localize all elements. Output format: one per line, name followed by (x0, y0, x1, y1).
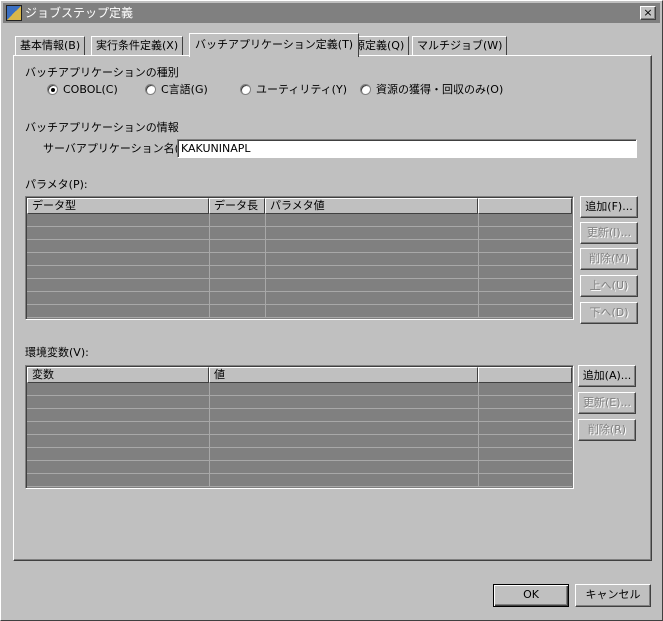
env-delete-button[interactable]: 削除(R) (578, 419, 636, 441)
params-list-header: データ型 データ長 パラメタ値 (27, 198, 572, 214)
params-grid-divider (209, 214, 210, 318)
env-grid-divider (209, 383, 210, 487)
ok-button[interactable]: OK (493, 584, 569, 607)
batch-type-heading: バッチアプリケーションの種別 (25, 66, 179, 79)
env-grid-divider (478, 383, 479, 487)
radio-cobol-indicator (47, 84, 58, 95)
params-add-button[interactable]: 追加(F)... (580, 196, 638, 218)
params-label: パラメタ(P): (25, 178, 88, 191)
radio-resource-only-label: 資源の獲得・回収のみ(O) (376, 83, 504, 96)
params-move-down-button[interactable]: 下へ(D) (580, 302, 638, 324)
env-list[interactable]: 変数 値 (25, 365, 574, 489)
params-list[interactable]: データ型 データ長 パラメタ値 (25, 196, 574, 320)
env-list-body (27, 383, 572, 487)
env-col-extra[interactable] (478, 367, 572, 383)
env-list-header: 変数 値 (27, 367, 572, 383)
env-label: 環境変数(V): (25, 346, 89, 359)
radio-c-language-indicator (145, 84, 156, 95)
radio-cobol-label: COBOL(C) (63, 83, 118, 96)
params-list-body (27, 214, 572, 318)
env-col-value[interactable]: 値 (209, 367, 478, 383)
radio-utility-label: ユーティリティ(Y) (256, 83, 347, 96)
server-app-input[interactable]: KAKUNINAPL (177, 139, 637, 158)
params-move-up-button[interactable]: 上へ(U) (580, 275, 638, 297)
env-update-button[interactable]: 更新(E)... (578, 392, 636, 414)
params-col-datalength[interactable]: データ長 (209, 198, 265, 214)
params-col-value[interactable]: パラメタ値 (265, 198, 478, 214)
env-col-variable[interactable]: 変数 (27, 367, 209, 383)
batch-info-heading: バッチアプリケーションの情報 (25, 121, 179, 134)
radio-resource-only-indicator (360, 84, 371, 95)
params-col-extra[interactable] (478, 198, 572, 214)
params-grid-divider (265, 214, 266, 318)
params-col-datatype[interactable]: データ型 (27, 198, 209, 214)
cancel-button[interactable]: キャンセル (575, 584, 651, 607)
params-grid-divider (478, 214, 479, 318)
env-add-button[interactable]: 追加(A)... (578, 365, 636, 387)
server-app-label: サーバアプリケーション名(S): (43, 142, 194, 155)
radio-utility-indicator (240, 84, 251, 95)
radio-c-language-label: C言語(G) (161, 83, 208, 96)
params-delete-button[interactable]: 削除(M) (580, 248, 638, 270)
params-update-button[interactable]: 更新(I)... (580, 222, 638, 244)
